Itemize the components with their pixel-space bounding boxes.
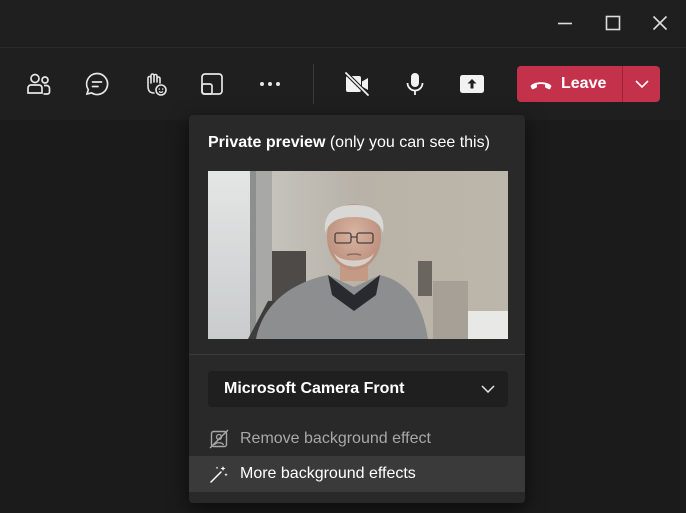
camera-preview-image bbox=[208, 171, 508, 339]
preview-title: Private preview (only you can see this) bbox=[208, 134, 490, 152]
chevron-down-icon bbox=[634, 80, 649, 88]
remove-background-effect-item[interactable]: Remove background effect bbox=[189, 421, 525, 457]
minimize-icon bbox=[558, 22, 572, 25]
camera-off-icon bbox=[344, 71, 370, 97]
reactions-button[interactable] bbox=[135, 64, 175, 104]
preview-title-bold: Private preview bbox=[208, 134, 326, 151]
camera-preview-flyout: Private preview (only you can see this) bbox=[189, 115, 525, 503]
camera-select-value: Microsoft Camera Front bbox=[224, 380, 405, 397]
close-icon bbox=[652, 15, 668, 31]
close-button[interactable] bbox=[645, 8, 675, 38]
chat-button[interactable] bbox=[77, 64, 117, 104]
chat-icon bbox=[85, 72, 109, 96]
rooms-button[interactable] bbox=[192, 64, 232, 104]
remove-background-label: Remove background effect bbox=[240, 430, 431, 447]
leave-button-group: Leave bbox=[517, 66, 660, 102]
meeting-toolbar: Leave bbox=[0, 48, 686, 120]
more-options-icon bbox=[260, 82, 280, 86]
microphone-icon bbox=[406, 73, 424, 95]
maximize-icon bbox=[605, 15, 621, 31]
people-button[interactable] bbox=[19, 64, 59, 104]
leave-options-button[interactable] bbox=[623, 66, 660, 102]
camera-preview bbox=[208, 171, 508, 339]
preview-title-note: (only you can see this) bbox=[325, 134, 490, 151]
magic-wand-icon bbox=[208, 463, 230, 485]
toolbar-divider bbox=[313, 64, 314, 104]
more-background-effects-item[interactable]: More background effects bbox=[189, 456, 525, 492]
flyout-divider bbox=[189, 354, 525, 355]
chevron-down-icon bbox=[468, 385, 508, 393]
share-screen-icon bbox=[460, 75, 484, 93]
microphone-button[interactable] bbox=[395, 64, 435, 104]
minimize-button[interactable] bbox=[550, 8, 580, 38]
remove-background-icon bbox=[208, 428, 230, 450]
title-bar bbox=[0, 0, 686, 47]
leave-button[interactable]: Leave bbox=[517, 66, 622, 102]
more-options-button[interactable] bbox=[250, 64, 290, 104]
leave-label: Leave bbox=[561, 75, 607, 92]
raise-hand-icon bbox=[147, 73, 167, 96]
camera-toggle-button[interactable] bbox=[337, 64, 377, 104]
more-background-label: More background effects bbox=[240, 465, 416, 482]
hang-up-icon bbox=[530, 82, 552, 90]
rooms-icon bbox=[201, 73, 223, 95]
camera-select[interactable]: Microsoft Camera Front bbox=[208, 371, 508, 407]
share-screen-button[interactable] bbox=[452, 64, 492, 104]
maximize-button[interactable] bbox=[598, 8, 628, 38]
people-icon bbox=[27, 73, 51, 95]
